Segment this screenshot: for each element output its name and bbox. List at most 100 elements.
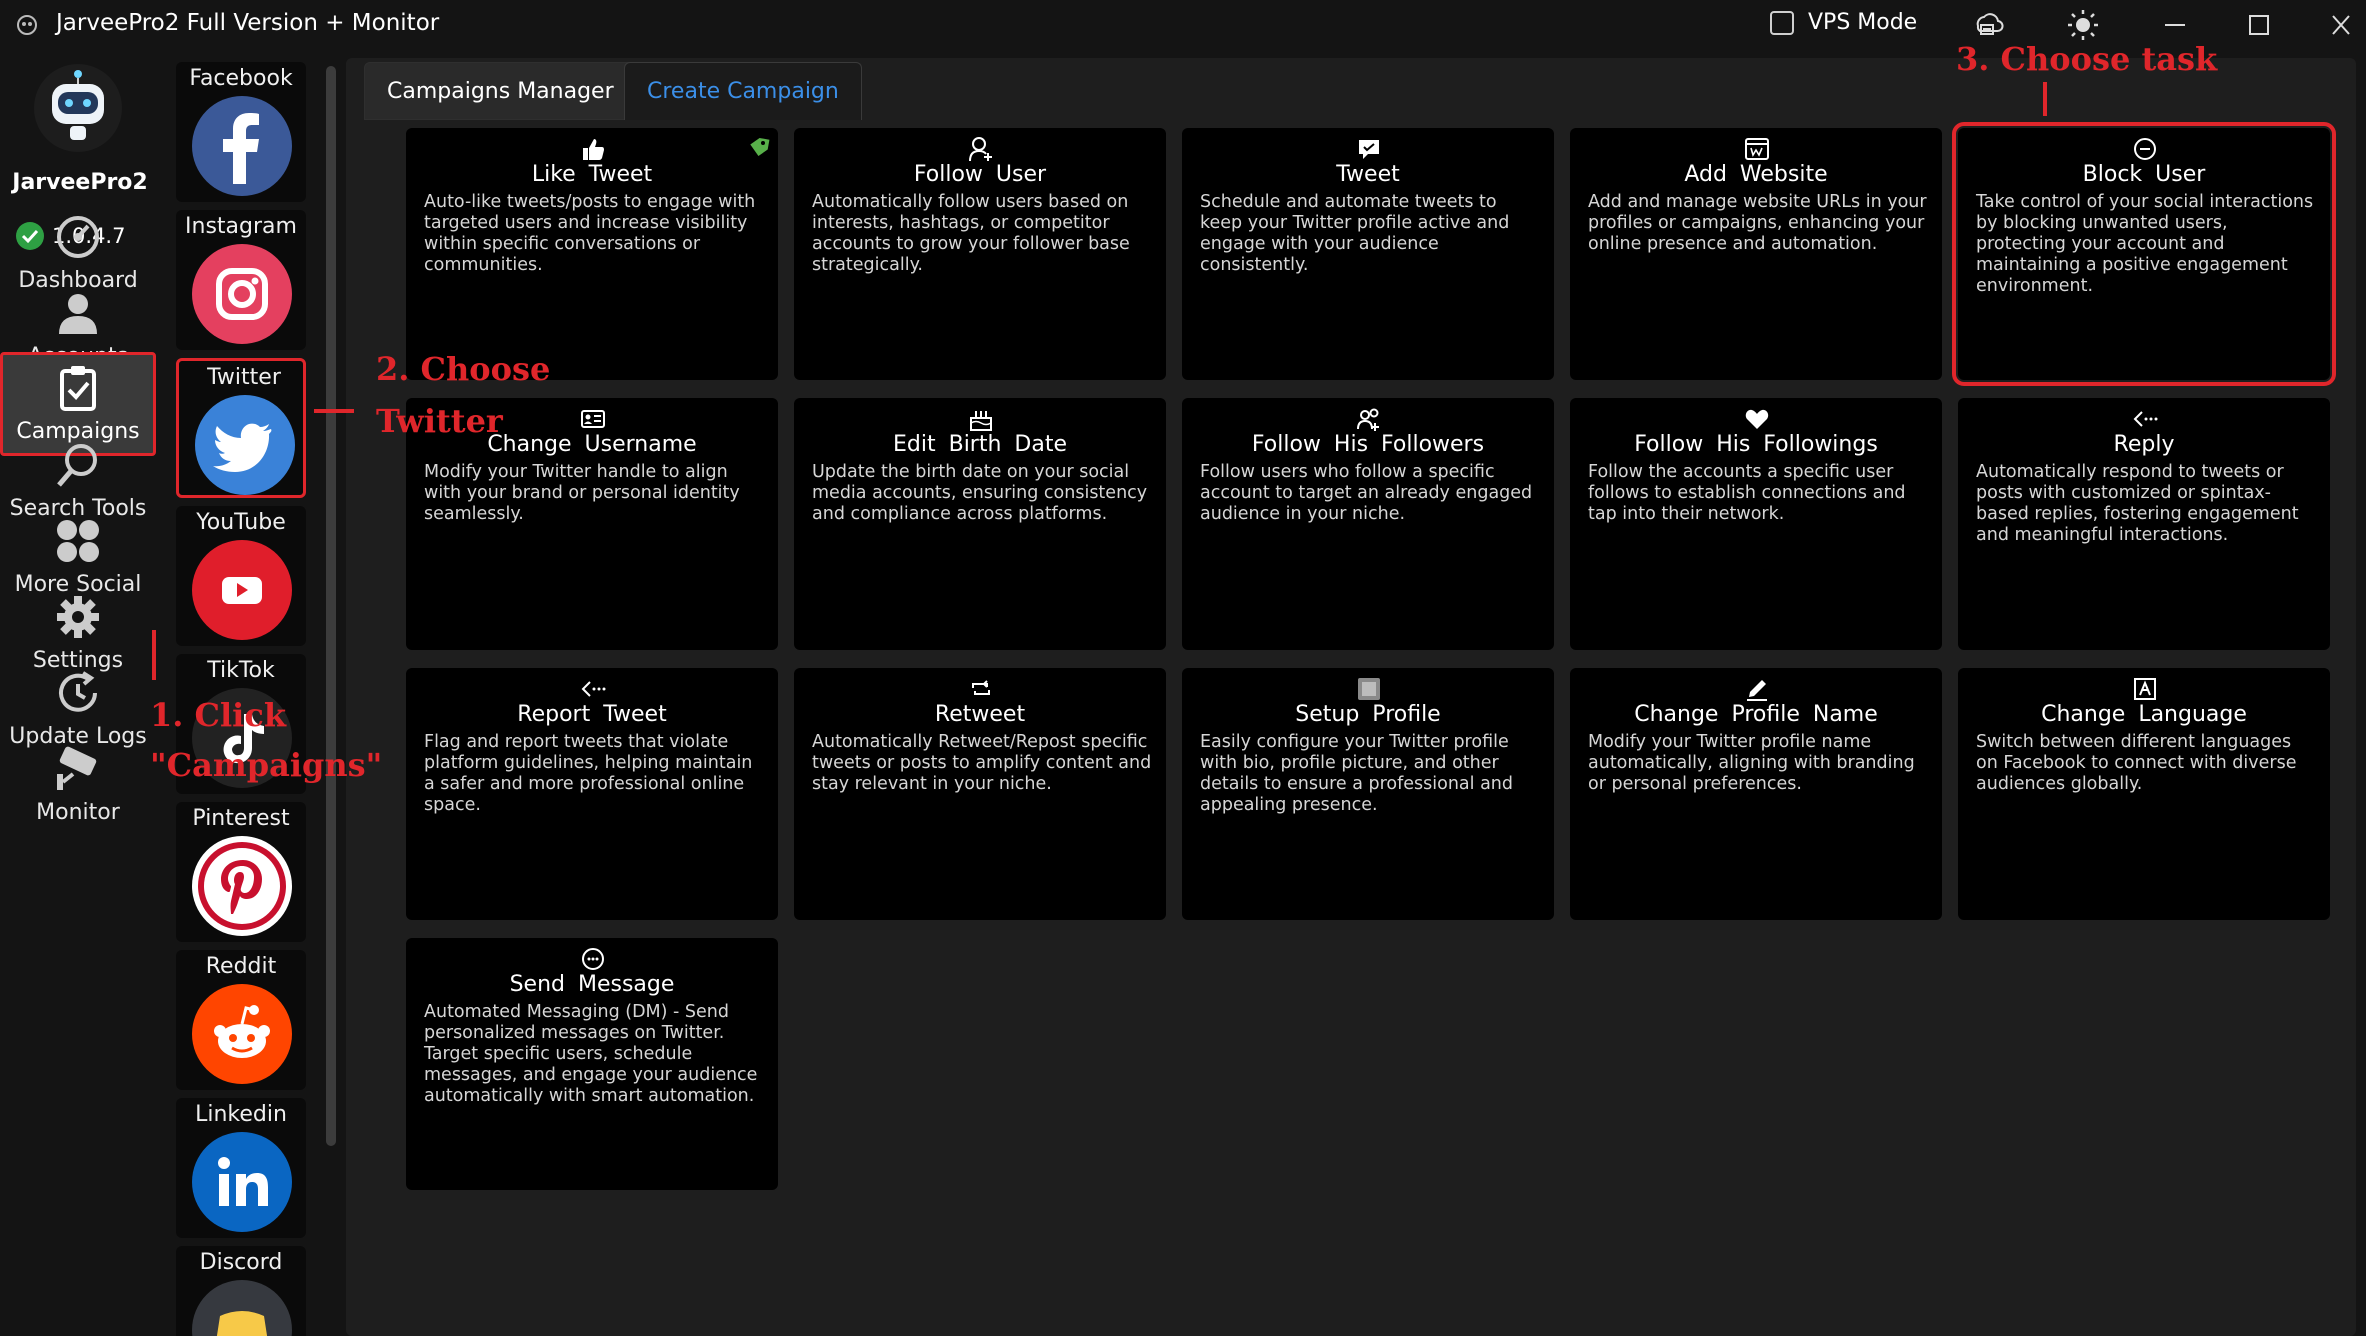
tab-campaigns-manager[interactable]: Campaigns Manager	[364, 62, 637, 120]
task-card-edit-birth-date[interactable]: Edit Birth Date Update the birth date on…	[794, 398, 1166, 650]
vps-mode-toggle[interactable]: VPS Mode	[1770, 10, 1917, 35]
youtube-icon	[192, 540, 292, 640]
retweet-icon	[972, 680, 990, 695]
social-instagram[interactable]: Instagram	[176, 210, 306, 350]
pinterest-icon	[192, 836, 292, 936]
task-card-tweet[interactable]: Tweet Schedule and automate tweets to ke…	[1182, 128, 1554, 380]
social-name: Twitter	[207, 365, 281, 390]
task-description: Easily configure your Twitter profile wi…	[1200, 732, 1514, 815]
annotation-step1-line1: 1. Click	[150, 696, 286, 734]
social-reddit[interactable]: Reddit	[176, 950, 306, 1090]
task-title: Edit Birth Date	[893, 432, 1067, 457]
app-logo-icon	[17, 15, 37, 35]
window-title: JarveePro2 Full Version + Monitor	[56, 10, 440, 36]
facebook-icon	[192, 96, 292, 196]
task-card-like-tweet[interactable]: Like Tweet Auto-like tweets/posts to eng…	[406, 128, 778, 380]
task-description: Auto-like tweets/posts to engage with ta…	[424, 192, 756, 275]
task-card-send-message[interactable]: Send Message Automated Messaging (DM) - …	[406, 938, 778, 1190]
task-card-follow-user[interactable]: Follow User Automatically follow users b…	[794, 128, 1166, 380]
dashboard-icon	[57, 216, 99, 258]
annotation-step2-line2: Twitter	[376, 402, 503, 440]
social-name: Pinterest	[192, 806, 290, 831]
task-description: Add and manage website URLs in your prof…	[1588, 192, 1927, 254]
social-youtube[interactable]: YouTube	[176, 506, 306, 646]
task-description: Automated Messaging (DM) - Send personal…	[424, 1002, 758, 1106]
annotation-step1-connector	[152, 630, 156, 680]
message-icon	[582, 948, 604, 970]
main-panel: Campaigns Manager Create Campaign Like T…	[346, 58, 2356, 1336]
annotation-step3-connector	[2043, 82, 2047, 116]
social-discord[interactable]: Discord	[176, 1246, 306, 1336]
brand-name: JarveePro2	[12, 170, 148, 195]
linkedin-icon	[192, 1132, 292, 1232]
task-title: Like Tweet	[531, 162, 653, 187]
task-description: Schedule and automate tweets to keep you…	[1200, 192, 1510, 275]
tweet-bubble-icon	[1359, 140, 1379, 159]
task-description: Flag and report tweets that violate plat…	[424, 732, 753, 815]
report-icon	[581, 681, 606, 697]
campaigns-icon	[60, 366, 96, 411]
id-card-icon	[581, 410, 605, 428]
social-list-scrollbar[interactable]	[326, 66, 336, 1146]
task-title: Follow His Followers	[1251, 432, 1485, 457]
social-twitter[interactable]: Twitter	[176, 358, 306, 498]
theme-sun-icon[interactable]	[2066, 8, 2100, 42]
instagram-icon	[192, 244, 292, 344]
task-title: Setup Profile	[1295, 702, 1441, 727]
task-card-reply[interactable]: Reply Automatically respond to tweets or…	[1958, 398, 2330, 650]
annotation-step2-connector	[314, 409, 354, 413]
maximize-button[interactable]	[2234, 6, 2284, 44]
nav-monitor[interactable]: Monitor	[0, 732, 156, 836]
social-linkedin[interactable]: Linkedin	[176, 1098, 306, 1238]
social-facebook[interactable]: Facebook	[176, 62, 306, 202]
vps-mode-checkbox[interactable]	[1770, 10, 1794, 35]
thumbs-up-icon	[583, 139, 604, 160]
task-card-block-user[interactable]: Block User Take control of your social i…	[1952, 122, 2336, 386]
social-pinterest[interactable]: Pinterest	[176, 802, 306, 942]
annotation-step1-line2: "Campaigns"	[150, 746, 383, 784]
social-name: Reddit	[205, 954, 277, 979]
task-title: Change Language	[2041, 702, 2247, 727]
task-description: Modify your Twitter profile name automat…	[1588, 732, 1915, 794]
social-name: YouTube	[196, 510, 286, 535]
task-card-follow-his-followers[interactable]: Follow His Followers Follow users who fo…	[1182, 398, 1554, 650]
task-title: Follow User	[913, 162, 1047, 187]
task-description: Automatically Retweet/Repost specific tw…	[812, 732, 1152, 794]
more-social-icon	[57, 520, 99, 562]
task-title: Send Message	[509, 972, 675, 997]
task-title: Report Tweet	[517, 702, 667, 727]
task-title: Follow His Followings	[1634, 432, 1878, 457]
task-card-retweet[interactable]: Retweet Automatically Retweet/Repost spe…	[794, 668, 1166, 920]
task-description: Update the birth date on your social med…	[812, 462, 1148, 524]
tag-icon	[750, 137, 770, 157]
task-card-setup-profile[interactable]: Setup Profile Easily configure your Twit…	[1182, 668, 1554, 920]
heart-user-icon	[1745, 409, 1769, 429]
task-description: Follow the accounts a specific user foll…	[1588, 462, 1906, 524]
accounts-icon	[59, 294, 97, 334]
task-title: Reply	[2113, 432, 2175, 457]
task-title: Retweet	[934, 702, 1026, 727]
minimize-button[interactable]	[2150, 6, 2200, 44]
task-card-follow-his-followings[interactable]: Follow His Followings Follow the account…	[1570, 398, 1942, 650]
cloud-server-icon[interactable]	[1970, 8, 2004, 42]
tab-create-campaign[interactable]: Create Campaign	[624, 62, 862, 120]
task-card-change-profile-name[interactable]: Change Profile Name Modify your Twitter …	[1570, 668, 1942, 920]
pencil-icon	[1747, 680, 1767, 701]
task-description: Automatically respond to tweets or posts…	[1976, 462, 2299, 545]
close-button[interactable]	[2316, 6, 2366, 44]
annotation-step3: 3. Choose task	[1956, 40, 2218, 78]
search-icon	[57, 444, 97, 487]
add-user-icon	[969, 137, 992, 162]
task-title: Change Profile Name	[1634, 702, 1878, 727]
birthday-cake-icon	[970, 411, 992, 431]
task-description: Follow users who follow a specific accou…	[1200, 462, 1533, 524]
task-card-add-website[interactable]: Add Website Add and manage website URLs …	[1570, 128, 1942, 380]
profile-setup-icon	[1358, 678, 1380, 700]
language-icon	[2134, 678, 2156, 700]
task-card-change-language[interactable]: Change Language Switch between different…	[1958, 668, 2330, 920]
social-name: Facebook	[189, 66, 293, 91]
reddit-icon	[192, 984, 292, 1084]
followers-icon	[1357, 408, 1379, 431]
task-card-report-tweet[interactable]: Report Tweet Flag and report tweets that…	[406, 668, 778, 920]
social-name: Linkedin	[195, 1102, 287, 1127]
